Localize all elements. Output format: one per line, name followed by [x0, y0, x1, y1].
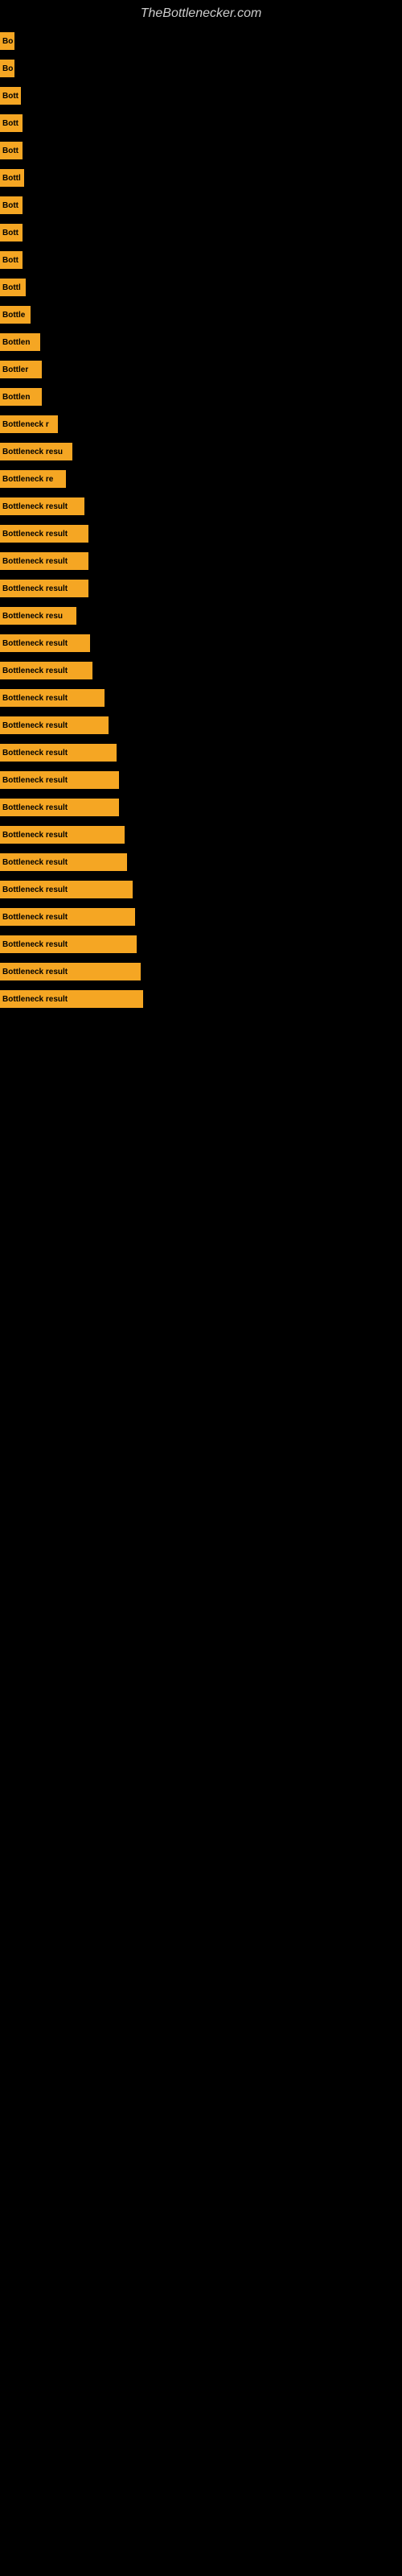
bar-label: Bottl — [0, 169, 24, 187]
bar-label: Bott — [0, 114, 23, 132]
bar-label: Bottleneck result — [0, 662, 92, 679]
bar-label: Bottleneck result — [0, 497, 84, 515]
bar-row: Bottlen — [0, 328, 402, 356]
bar-row: Bottleneck result — [0, 821, 402, 848]
bar-label: Bottleneck result — [0, 935, 137, 953]
bar-label: Bottleneck result — [0, 744, 117, 762]
bar-label: Bottleneck resu — [0, 443, 72, 460]
bar-label: Bottleneck result — [0, 771, 119, 789]
bar-label: Bottler — [0, 361, 42, 378]
bar-label: Bottleneck result — [0, 689, 105, 707]
bar-row: Bottleneck result — [0, 684, 402, 712]
bar-row: Bott — [0, 82, 402, 109]
bar-label: Bott — [0, 251, 23, 269]
bar-label: Bottleneck result — [0, 525, 88, 543]
bar-label: Bottlen — [0, 388, 42, 406]
bar-label: Bott — [0, 87, 21, 105]
bar-row: Bo — [0, 55, 402, 82]
bar-row: Bottleneck result — [0, 958, 402, 985]
bar-row: Bottleneck result — [0, 903, 402, 931]
bar-row: Bott — [0, 137, 402, 164]
bar-row: Bottleneck result — [0, 739, 402, 766]
bar-row: Bott — [0, 219, 402, 246]
bar-label: Bottleneck result — [0, 990, 143, 1008]
bar-row: Bottleneck result — [0, 657, 402, 684]
bar-label: Bo — [0, 32, 14, 50]
bar-row: Bottler — [0, 356, 402, 383]
bar-label: Bottleneck result — [0, 853, 127, 871]
bar-label: Bottl — [0, 279, 26, 296]
bar-row: Bottleneck result — [0, 712, 402, 739]
bar-row: Bottle — [0, 301, 402, 328]
bar-label: Bottle — [0, 306, 31, 324]
bar-label: Bottleneck result — [0, 881, 133, 898]
bar-row: Bottleneck result — [0, 630, 402, 657]
bar-label: Bottleneck result — [0, 716, 109, 734]
bar-label: Bott — [0, 196, 23, 214]
bar-row: Bottlen — [0, 383, 402, 411]
bar-label: Bottlen — [0, 333, 40, 351]
bar-row: Bottleneck result — [0, 985, 402, 1013]
bar-label: Bottleneck result — [0, 552, 88, 570]
bar-row: Bottleneck result — [0, 575, 402, 602]
bar-label: Bo — [0, 60, 14, 77]
bar-row: Bottleneck resu — [0, 438, 402, 465]
bar-row: Bottleneck r — [0, 411, 402, 438]
bar-label: Bottleneck result — [0, 963, 141, 980]
site-title: TheBottlenecker.com — [0, 0, 402, 27]
bar-label: Bott — [0, 224, 23, 242]
bar-row: Bott — [0, 246, 402, 274]
bar-label: Bottleneck resu — [0, 607, 76, 625]
bar-label: Bottleneck r — [0, 415, 58, 433]
bar-label: Bottleneck re — [0, 470, 66, 488]
bar-row: Bo — [0, 27, 402, 55]
bar-row: Bottl — [0, 164, 402, 192]
bar-label: Bottleneck result — [0, 799, 119, 816]
bar-row: Bottleneck result — [0, 931, 402, 958]
bars-container: Bo Bo Bott Bott Bott Bottl Bott Bott Bott Bottl Bo… — [0, 27, 402, 1013]
bar-row: Bottleneck result — [0, 520, 402, 547]
bar-label: Bottleneck result — [0, 634, 90, 652]
bar-row: Bottleneck result — [0, 547, 402, 575]
bar-label: Bottleneck result — [0, 908, 135, 926]
bar-row: Bott — [0, 109, 402, 137]
bar-label: Bottleneck result — [0, 580, 88, 597]
bar-row: Bottleneck result — [0, 794, 402, 821]
bar-row: Bottleneck result — [0, 493, 402, 520]
bar-row: Bottleneck result — [0, 766, 402, 794]
bar-label: Bottleneck result — [0, 826, 125, 844]
bar-row: Bottleneck resu — [0, 602, 402, 630]
bar-row: Bott — [0, 192, 402, 219]
bar-row: Bottleneck result — [0, 876, 402, 903]
bar-row: Bottl — [0, 274, 402, 301]
bar-label: Bott — [0, 142, 23, 159]
bar-row: Bottleneck re — [0, 465, 402, 493]
bar-row: Bottleneck result — [0, 848, 402, 876]
